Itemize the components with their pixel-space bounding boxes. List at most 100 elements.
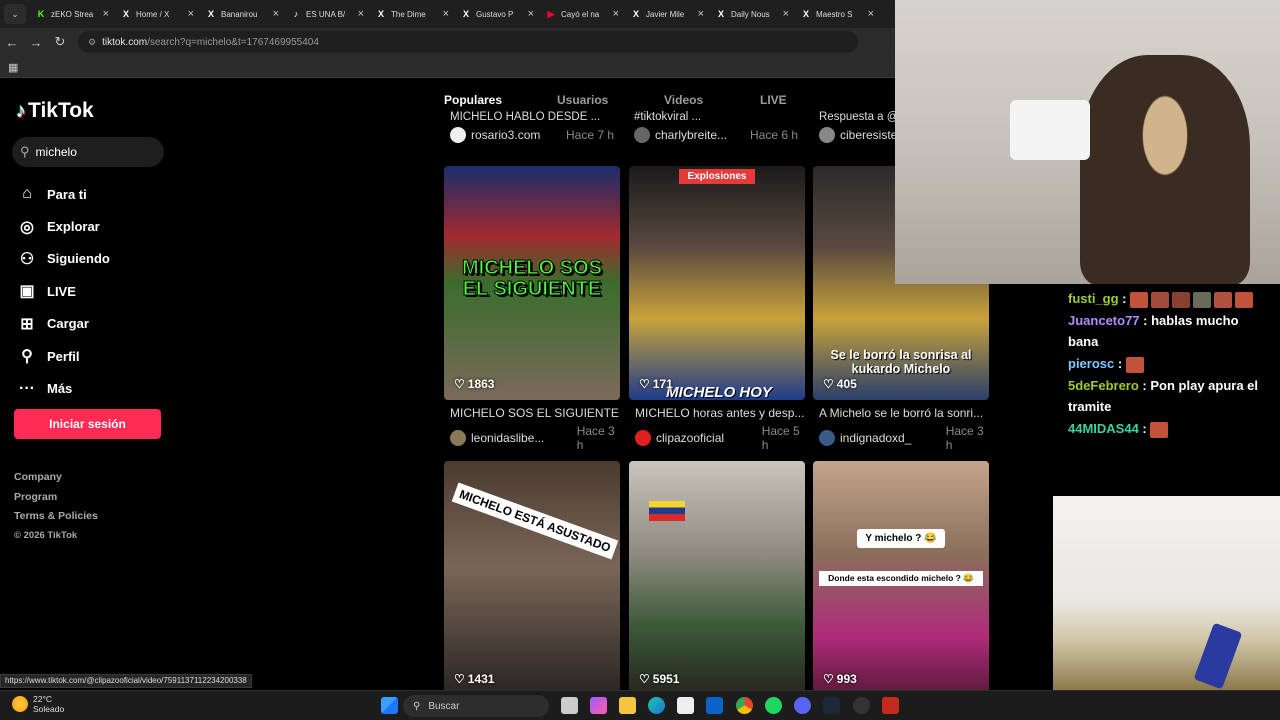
video-card[interactable]: Explosiones MICHELO HOY ♡ 171 MICHELO hor… (629, 166, 805, 452)
browser-tab[interactable]: ▶ Cayó el na × (540, 3, 625, 25)
result-time: Hace 7 h (566, 128, 615, 142)
sidebar-item-explorar[interactable]: ◎ Explorar (16, 210, 110, 242)
copilot-icon[interactable] (590, 697, 607, 714)
login-button[interactable]: Iniciar sesión (14, 409, 161, 439)
x-icon: X (207, 9, 214, 19)
avatar (819, 430, 835, 446)
edge-icon[interactable] (648, 697, 665, 714)
reload-button[interactable]: ↻ (48, 34, 72, 50)
secondary-camera-feed (1053, 496, 1280, 690)
video-thumbnail[interactable]: Y michelo ? 😂 Donde esta escondido miche… (813, 461, 989, 690)
sidebar-item-perfil[interactable]: ⚲ Perfil (16, 340, 110, 372)
tab-search-button[interactable]: ⌄ (4, 4, 26, 24)
forward-button[interactable]: → (24, 35, 48, 50)
chat-username[interactable]: pierosc (1068, 356, 1114, 371)
apps-grid-icon[interactable]: ▦ (8, 61, 18, 74)
app-icon[interactable] (882, 697, 899, 714)
footer-link-company[interactable]: Company (14, 471, 98, 491)
close-tab-icon[interactable]: × (698, 8, 704, 20)
result-author[interactable]: rosario3.com (471, 128, 566, 142)
file-explorer-icon[interactable] (619, 697, 636, 714)
video-time: Hace 3 h (576, 424, 615, 452)
close-tab-icon[interactable]: × (783, 8, 789, 20)
close-tab-icon[interactable]: × (273, 8, 279, 20)
chat-username[interactable]: Juanceto77 (1068, 313, 1140, 328)
tabs-container: KzEKO Strea × X Home / X × X Bananirou × ♪ ES UNA… (30, 3, 880, 25)
bed-shape (1010, 100, 1090, 160)
browser-tab[interactable]: X Gustavo P × (455, 3, 540, 25)
video-card[interactable]: MICHELO SOS EL SIGUIENTE ♡ 1863 MICHELO S… (444, 166, 620, 452)
result-item[interactable]: #tiktokviral ... charlybreite... Hace 6 h (634, 111, 806, 143)
result-author[interactable]: ciberesiste (840, 128, 895, 142)
video-card[interactable]: Y michelo ? 😂 Donde esta escondido miche… (813, 461, 989, 690)
video-time: Hace 3 h (945, 424, 984, 452)
chat-username[interactable]: 44MIDAS44 (1068, 421, 1139, 436)
spotify-icon[interactable] (765, 697, 782, 714)
close-tab-icon[interactable]: × (868, 8, 874, 20)
outlook-icon[interactable] (706, 697, 723, 714)
close-tab-icon[interactable]: × (443, 8, 449, 20)
video-card[interactable]: MICHELO ESTÁ ASUSTADO ♡ 1431 (444, 461, 620, 690)
sidebar-item-ms[interactable]: ··· Más (16, 372, 110, 404)
sidebar-item-live[interactable]: ▣ LIVE (16, 275, 110, 307)
close-tab-icon[interactable]: × (528, 8, 534, 20)
video-thumbnail[interactable]: ♡ 5951 (629, 461, 805, 690)
obs-icon[interactable] (853, 697, 870, 714)
sidebar-item-cargar[interactable]: ⊞ Cargar (16, 308, 110, 340)
video-author[interactable]: leonidaslibe... (471, 431, 557, 445)
video-thumbnail[interactable]: MICHELO ESTÁ ASUSTADO ♡ 1431 (444, 461, 620, 690)
search-box[interactable]: ⚲ (12, 137, 164, 167)
task-view-icon[interactable] (561, 697, 578, 714)
browser-tab[interactable]: X Maestro S × (795, 3, 880, 25)
close-tab-icon[interactable]: × (358, 8, 364, 20)
video-card[interactable]: ♡ 5951 (629, 461, 805, 690)
discord-icon[interactable] (794, 697, 811, 714)
video-author[interactable]: indignadoxd_ (840, 431, 926, 445)
tab-live[interactable]: LIVE (760, 93, 800, 107)
url-field[interactable]: ⚙ tiktok.com/search?q=michelo&t=17674699… (78, 31, 858, 53)
chat-username[interactable]: fusti_gg (1068, 291, 1119, 306)
video-thumbnail[interactable]: Explosiones MICHELO HOY ♡ 171 (629, 166, 805, 400)
chat-username[interactable]: 5deFebrero (1068, 378, 1139, 393)
result-item[interactable]: MICHELO HABLO DESDE ... rosario3.com Hace… (450, 111, 622, 143)
tab-usuarios[interactable]: Usuarios (557, 93, 664, 107)
thumbnail-overlay-bottom: MICHELO HOY (666, 384, 772, 400)
result-item[interactable]: Respuesta a @ ciberesiste (819, 111, 895, 143)
browser-tab[interactable]: X Javier Mile × (625, 3, 710, 25)
browser-tab[interactable]: X Daily Nous × (710, 3, 795, 25)
site-info-icon[interactable]: ⚙ (88, 37, 96, 48)
browser-tab[interactable]: X Bananirou × (200, 3, 285, 25)
browser-tab[interactable]: KzEKO Strea × (30, 3, 115, 25)
browser-tab[interactable]: X Home / X × (115, 3, 200, 25)
video-thumbnail[interactable]: MICHELO SOS EL SIGUIENTE ♡ 1863 (444, 166, 620, 400)
steam-icon[interactable] (823, 697, 840, 714)
windows-start-icon[interactable] (381, 697, 398, 714)
browser-tab[interactable]: ♪ ES UNA B/ × (285, 3, 370, 25)
tab-videos[interactable]: Videos (664, 93, 760, 107)
search-icon: ⚲ (20, 144, 30, 159)
tab-populares[interactable]: Populares (444, 93, 557, 107)
chat-separator: : (1138, 378, 1151, 393)
address-bar-row: ← → ↻ ⚙ tiktok.com/search?q=michelo&t=17… (0, 28, 895, 56)
avatar (450, 430, 466, 446)
footer-link-terms[interactable]: Terms & Policies (14, 510, 98, 530)
like-count: ♡ 171 (639, 377, 673, 391)
close-tab-icon[interactable]: × (613, 8, 619, 20)
footer-link-program[interactable]: Program (14, 491, 98, 511)
back-button[interactable]: ← (0, 35, 24, 50)
search-input[interactable] (35, 145, 146, 159)
result-author[interactable]: charlybreite... (655, 128, 750, 142)
browser-tab[interactable]: X The Dime × (370, 3, 455, 25)
sidebar-item-parati[interactable]: ⌂ Para ti (16, 178, 110, 210)
store-icon[interactable] (677, 697, 694, 714)
tiktok-logo[interactable]: ♪ TikTok (16, 99, 94, 123)
sidebar-item-siguiendo[interactable]: ⚇ Siguiendo (16, 243, 110, 275)
close-tab-icon[interactable]: × (188, 8, 194, 20)
taskbar-search[interactable]: ⚲ Buscar (403, 695, 549, 717)
sun-icon (12, 696, 28, 712)
sidebar-menu: ⌂ Para ti ◎ Explorar ⚇ Siguiendo ▣ LIVE ⊞ Cargar ⚲… (16, 178, 110, 405)
video-author[interactable]: clipazooficial (656, 431, 742, 445)
close-tab-icon[interactable]: × (103, 8, 109, 20)
weather-widget[interactable]: 22°C Soleado (12, 694, 64, 714)
chrome-icon[interactable] (736, 697, 753, 714)
